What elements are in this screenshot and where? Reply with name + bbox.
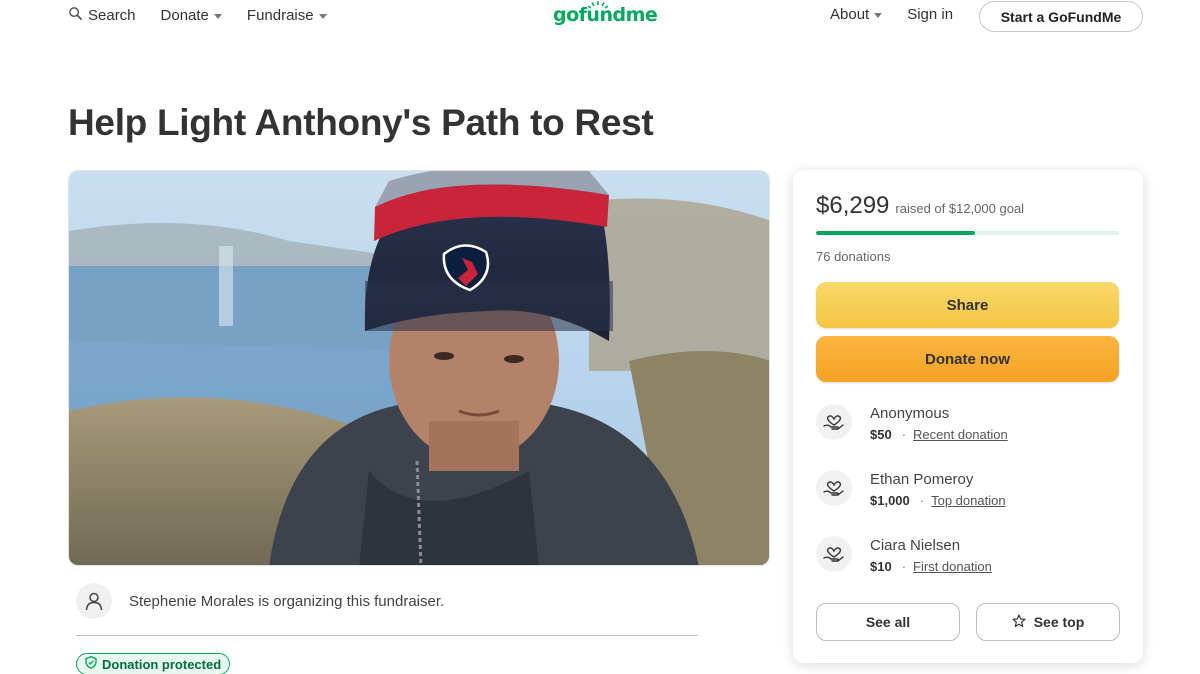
heart-hand-icon <box>816 470 852 506</box>
donor-name: Ethan Pomeroy <box>870 471 974 488</box>
donor-name: Anonymous <box>870 405 950 422</box>
fundraise-menu-label: Fundraise <box>246 7 314 24</box>
raised-amount: $6,299 <box>816 192 890 219</box>
donation-tag-link[interactable]: Top donation <box>931 493 1005 508</box>
campaign-photo-illustration <box>69 171 769 565</box>
donation-item: Ciara Nielsen $10 · First donation <box>816 536 992 574</box>
donation-amount: $10 <box>870 559 892 574</box>
sign-in-link[interactable]: Sign in <box>907 6 953 23</box>
donation-protected-label: Donation protected <box>102 656 222 672</box>
separator-dot: · <box>901 559 907 574</box>
see-top-button[interactable]: See top <box>976 603 1120 641</box>
chevron-down-icon <box>318 14 327 19</box>
user-icon <box>76 583 112 619</box>
site-header: Search Donate Fundraise gofundme About S… <box>0 0 1200 40</box>
organizer-row: Stephenie Morales is organizing this fun… <box>76 583 444 619</box>
search-link[interactable]: Search <box>68 6 136 25</box>
heart-hand-icon <box>816 536 852 572</box>
fundraise-menu[interactable]: Fundraise <box>247 7 327 24</box>
heart-hand-icon <box>816 404 852 440</box>
start-gofundme-button[interactable]: Start a GoFundMe <box>979 1 1143 32</box>
divider <box>76 635 698 636</box>
goal-text: raised of $12,000 goal <box>895 201 1025 216</box>
about-menu-label: About <box>830 6 870 23</box>
donation-tag-link[interactable]: First donation <box>913 559 992 574</box>
search-label: Search <box>88 7 136 24</box>
donation-item: Ethan Pomeroy $1,000 · Top donation <box>816 470 1006 508</box>
separator-dot: · <box>901 427 907 442</box>
share-button[interactable]: Share <box>816 282 1119 328</box>
chevron-down-icon <box>213 14 222 19</box>
shield-icon <box>85 656 97 672</box>
gofundme-logo[interactable]: gofundme <box>553 1 658 26</box>
star-icon <box>1012 613 1026 631</box>
donate-menu-label: Donate <box>160 7 209 24</box>
donation-count: 76 donations <box>816 249 891 264</box>
donation-card: $6,299 raised of $12,000 goal 76 donatio… <box>793 170 1143 663</box>
progress-bar-fill <box>816 231 976 235</box>
see-all-label: See all <box>865 614 911 630</box>
donate-menu[interactable]: Donate <box>161 7 222 24</box>
donation-item: Anonymous $50 · Recent donation <box>816 404 1008 442</box>
chevron-down-icon <box>874 13 883 18</box>
separator-dot: · <box>919 493 925 508</box>
donate-now-button[interactable]: Donate now <box>816 336 1119 382</box>
nav-left: Search Donate Fundraise <box>68 6 327 25</box>
raised-summary: $6,299 raised of $12,000 goal <box>816 192 1024 220</box>
search-icon <box>68 6 83 25</box>
see-all-button[interactable]: See all <box>816 603 960 641</box>
campaign-photo[interactable] <box>68 170 770 566</box>
logo-sun-icon <box>587 1 609 9</box>
donation-amount: $50 <box>870 427 892 442</box>
progress-bar <box>816 231 1119 235</box>
organizer-text: Stephenie Morales is organizing this fun… <box>129 592 445 610</box>
donor-name: Ciara Nielsen <box>870 537 961 554</box>
donation-amount: $1,000 <box>870 493 910 508</box>
about-menu[interactable]: About <box>830 6 883 23</box>
donation-tag-link[interactable]: Recent donation <box>913 427 1008 442</box>
donation-protected-badge[interactable]: Donation protected <box>76 653 231 674</box>
see-top-label: See top <box>1033 614 1085 630</box>
page-title: Help Light Anthony's Path to Rest <box>68 102 654 143</box>
nav-right: About Sign in <box>830 6 953 23</box>
